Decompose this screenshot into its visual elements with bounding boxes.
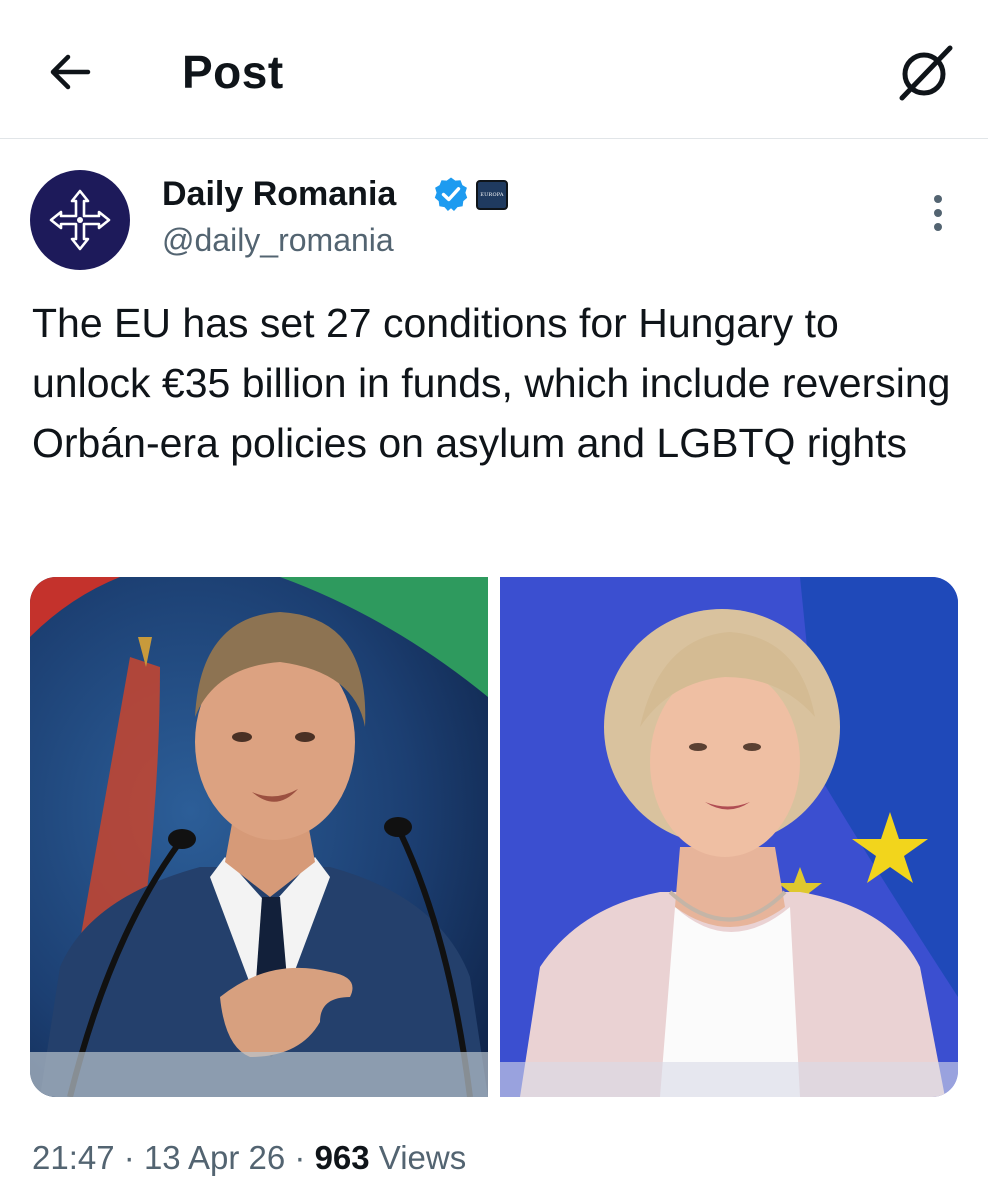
affiliate-badge-text: EUROPA	[480, 192, 504, 198]
back-button[interactable]	[40, 44, 100, 100]
eu-official-photo	[500, 577, 958, 1097]
post-image-2[interactable]	[500, 577, 958, 1097]
more-vertical-icon	[934, 195, 942, 231]
post-date[interactable]: 13 Apr 26	[144, 1139, 285, 1176]
author-handle[interactable]: @daily_romania	[162, 218, 394, 262]
avatar[interactable]	[30, 170, 130, 270]
speaker-photo	[30, 577, 488, 1097]
meta-separator: ·	[123, 1139, 135, 1176]
verified-badge-icon	[434, 177, 468, 211]
page-title: Post	[182, 46, 284, 98]
more-options-button[interactable]	[918, 188, 958, 238]
post-image-1[interactable]	[30, 577, 488, 1097]
author-display-name[interactable]: Daily Romania	[162, 172, 396, 216]
views-count: 963	[314, 1139, 370, 1176]
top-bar: Post	[0, 0, 988, 139]
views-label: Views	[378, 1139, 467, 1176]
post-page: Post Daily Romania EUROPA @daily_romania	[0, 0, 988, 1200]
grok-button[interactable]	[890, 38, 960, 108]
post-time[interactable]: 21:47	[32, 1139, 115, 1176]
media-grid	[30, 577, 958, 1097]
affiliate-badge[interactable]: EUROPA	[476, 180, 508, 210]
arrow-left-icon	[50, 54, 91, 90]
cross-logo-icon	[49, 189, 111, 251]
post-meta: 21:47 · 13 Apr 26 · 963 Views	[32, 1136, 466, 1180]
meta-separator: ·	[294, 1139, 306, 1176]
post-text: The EU has set 27 conditions for Hungary…	[32, 300, 951, 466]
grok-icon	[897, 43, 953, 101]
